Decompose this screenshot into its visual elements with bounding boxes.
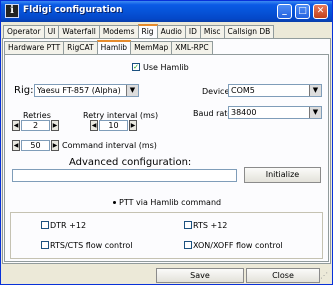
rts-label: RTS +12 — [193, 221, 228, 230]
rts-checkbox[interactable] — [184, 221, 192, 229]
use-hamlib-checkbox[interactable]: ✓ — [132, 63, 140, 71]
rig-value: Yaesu FT-857 (Alpha) — [37, 86, 121, 95]
window-title: Fldigi configuration — [23, 5, 123, 15]
title-bar[interactable]: i Fldigi configuration _ □ ✕ — [1, 1, 332, 22]
maximize-button[interactable]: □ — [295, 4, 310, 19]
retries-decrement-button[interactable]: ◀ — [12, 120, 20, 131]
device-value: COM5 — [231, 86, 255, 95]
close-window-button[interactable]: ✕ — [313, 4, 328, 19]
rig-select[interactable]: Yaesu FT-857 (Alpha) ▼ — [34, 84, 139, 97]
chevron-down-icon[interactable]: ▼ — [309, 85, 321, 96]
retry-interval-decrement-button[interactable]: ◀ — [90, 120, 98, 131]
initialize-button[interactable]: Initialize — [244, 167, 321, 183]
rts-cts-label: RTS/CTS flow control — [50, 241, 133, 250]
retry-interval-label: Retry interval (ms) — [83, 111, 159, 120]
minimize-button[interactable]: _ — [277, 4, 292, 19]
advanced-config-input[interactable] — [12, 169, 237, 182]
rts-cts-checkbox[interactable] — [41, 241, 49, 249]
tab-rigcat[interactable]: RigCAT — [63, 41, 98, 54]
command-interval-label: Command interval (ms) — [62, 141, 157, 150]
tab-modems[interactable]: Modems — [98, 25, 139, 38]
dtr-label: DTR +12 — [50, 221, 87, 230]
tab-hamlib[interactable]: Hamlib — [96, 40, 132, 54]
command-interval-increment-button[interactable]: ▶ — [51, 140, 59, 151]
retry-interval-increment-button[interactable]: ▶ — [129, 120, 137, 131]
rig-label: Rig: — [14, 85, 34, 96]
tab-audio[interactable]: Audio — [156, 25, 186, 38]
rig-sub-tab-bar: Hardware PTT RigCAT Hamlib MemMap XML-RP… — [4, 40, 213, 54]
tab-xml-rpc[interactable]: XML-RPC — [171, 41, 213, 54]
chevron-down-icon[interactable]: ▼ — [126, 85, 138, 96]
tab-hardware-ptt[interactable]: Hardware PTT — [4, 41, 65, 54]
save-button[interactable]: Save — [156, 268, 244, 283]
retries-label: Retries — [23, 111, 51, 120]
ptt-via-hamlib-label: PTT via Hamlib command — [119, 198, 222, 207]
retries-value[interactable]: 2 — [21, 120, 50, 131]
advanced-config-label: Advanced configuration: — [69, 157, 192, 168]
main-tab-bar: Operator UI Waterfall Modems Rig Audio I… — [3, 24, 275, 38]
device-select[interactable]: COM5 ▼ — [228, 84, 322, 97]
chevron-down-icon[interactable]: ▼ — [309, 107, 321, 118]
command-interval-decrement-button[interactable]: ◀ — [12, 140, 20, 151]
xon-xoff-label: XON/XOFF flow control — [193, 241, 283, 250]
tab-misc[interactable]: Misc — [199, 25, 225, 38]
retries-increment-button[interactable]: ▶ — [51, 120, 59, 131]
tab-memmap[interactable]: MemMap — [130, 41, 173, 54]
line-options-group — [10, 212, 323, 259]
tab-rig[interactable]: Rig — [137, 24, 158, 38]
close-button[interactable]: Close — [246, 268, 320, 283]
tab-id[interactable]: ID — [184, 25, 201, 38]
dtr-checkbox[interactable] — [41, 221, 49, 229]
use-hamlib-label: Use Hamlib — [143, 63, 189, 72]
command-interval-value[interactable]: 50 — [21, 140, 50, 151]
retry-interval-value[interactable]: 10 — [99, 120, 128, 131]
baud-rate-value: 38400 — [231, 108, 257, 117]
tab-ui[interactable]: UI — [43, 25, 60, 38]
config-window: i Fldigi configuration _ □ ✕ Operator UI… — [0, 0, 333, 285]
tab-waterfall[interactable]: Waterfall — [58, 25, 100, 38]
tab-operator[interactable]: Operator — [3, 25, 45, 38]
ptt-via-hamlib-indicator[interactable] — [113, 201, 116, 204]
tab-callsign-db[interactable]: Callsign DB — [223, 25, 275, 38]
xon-xoff-checkbox[interactable] — [184, 241, 192, 249]
baud-rate-select[interactable]: 38400 ▼ — [228, 106, 322, 119]
resize-grip-icon[interactable]: ⋰ — [320, 272, 330, 282]
fldigi-app-icon: i — [5, 4, 19, 18]
